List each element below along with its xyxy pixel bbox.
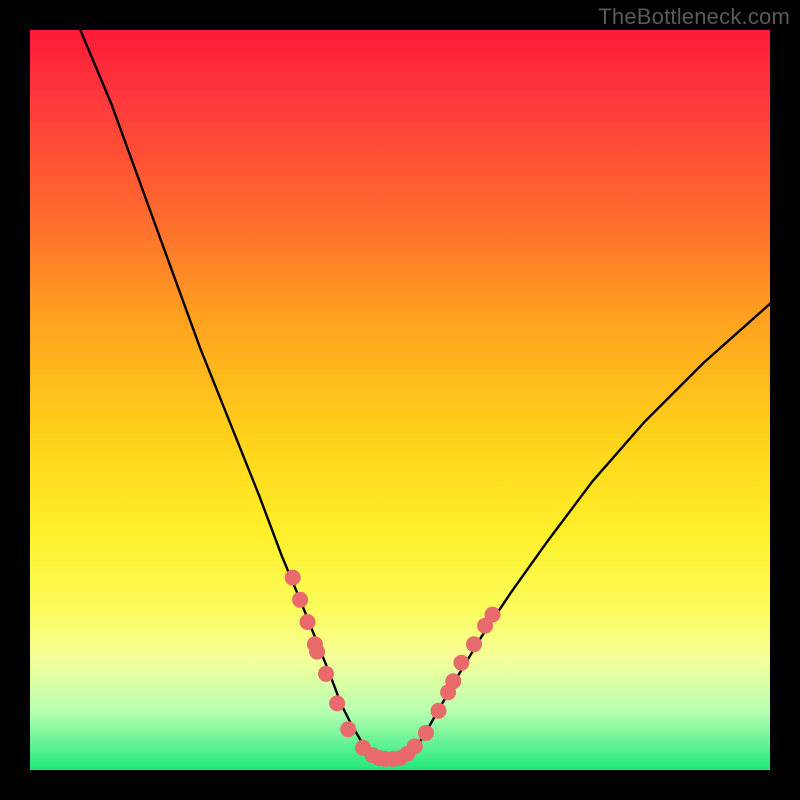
marker-dot: [318, 666, 334, 682]
watermark-text: TheBottleneck.com: [598, 4, 790, 30]
marker-dot: [340, 721, 356, 737]
marker-dot: [309, 644, 325, 660]
marker-dot: [485, 607, 501, 623]
marker-dot: [430, 703, 446, 719]
marker-dot: [445, 673, 461, 689]
chart-svg: [30, 30, 770, 770]
marker-dot: [453, 655, 469, 671]
marker-dot: [418, 725, 434, 741]
marker-dots-group: [285, 570, 501, 767]
chart-frame: TheBottleneck.com: [0, 0, 800, 800]
marker-dot: [466, 636, 482, 652]
marker-dot: [292, 592, 308, 608]
marker-dot: [285, 570, 301, 586]
marker-dot: [407, 738, 423, 754]
marker-dot: [300, 614, 316, 630]
chart-plot-area: [30, 30, 770, 770]
marker-dot: [329, 695, 345, 711]
bottleneck-curve: [80, 30, 770, 759]
